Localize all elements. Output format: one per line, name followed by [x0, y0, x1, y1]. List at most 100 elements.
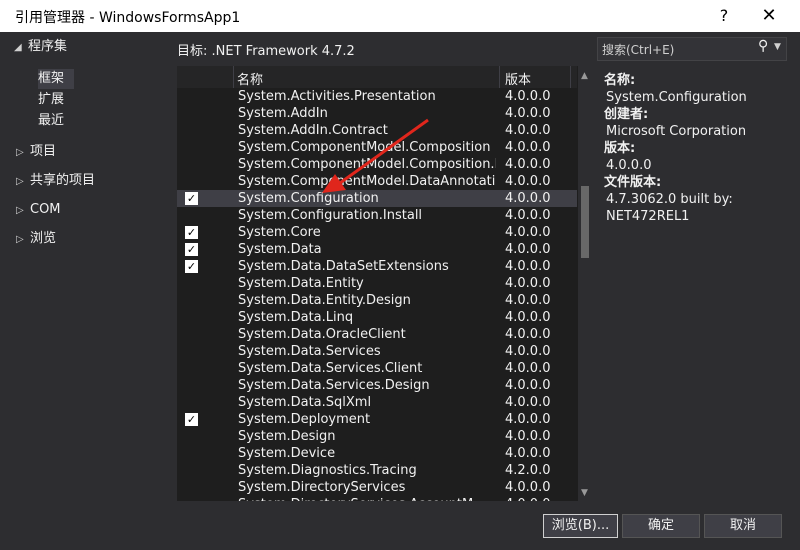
list-item[interactable]: System.ComponentModel.Composition 4.0.0.0 [177, 139, 577, 156]
expand-icon: ▷ [16, 234, 24, 245]
nav-shared-projects[interactable]: ▷ 共享的项目 [16, 171, 95, 191]
reference-checkbox[interactable]: ✓ [185, 243, 198, 256]
ok-button[interactable]: 确定 [622, 514, 700, 538]
reference-checkbox[interactable] [185, 141, 196, 152]
reference-checkbox[interactable] [185, 209, 196, 220]
reference-checkbox[interactable]: ✓ [185, 226, 198, 239]
column-header-version[interactable]: 版本 [505, 69, 531, 88]
list-item[interactable]: ✓ System.Deployment 4.0.0.0 [177, 411, 577, 428]
reference-checkbox[interactable] [185, 430, 196, 441]
reference-checkbox[interactable] [185, 464, 196, 475]
reference-name: System.DirectoryServices [238, 480, 406, 495]
detail-file-version-build: NET472REL1 [606, 209, 690, 224]
reference-checkbox[interactable] [185, 311, 196, 322]
list-item[interactable]: ✓ System.Core 4.0.0.0 [177, 224, 577, 241]
nav-label: 程序集 [28, 39, 68, 54]
list-item[interactable]: System.AddIn 4.0.0.0 [177, 105, 577, 122]
detail-version-label: 版本: [604, 141, 636, 156]
list-item[interactable]: System.AddIn.Contract 4.0.0.0 [177, 122, 577, 139]
reference-version: 4.0.0.0 [505, 174, 551, 189]
list-item[interactable]: System.Data.Entity.Design 4.0.0.0 [177, 292, 577, 309]
close-button[interactable]: ✕ [756, 4, 782, 28]
reference-checkbox[interactable]: ✓ [185, 413, 198, 426]
reference-checkbox[interactable] [185, 175, 196, 186]
reference-checkbox[interactable] [185, 277, 196, 288]
reference-checkbox[interactable] [185, 379, 196, 390]
reference-name: System.ComponentModel.Composition [238, 140, 491, 155]
reference-checkbox[interactable] [185, 107, 196, 118]
reference-name: System.AddIn [238, 106, 328, 121]
divider [499, 66, 500, 88]
list-item[interactable]: System.Data.Linq 4.0.0.0 [177, 309, 577, 326]
list-item[interactable]: System.Data.Services.Client 4.0.0.0 [177, 360, 577, 377]
nav-label: COM [30, 202, 61, 217]
nav-browse[interactable]: ▷ 浏览 [16, 229, 56, 249]
list-item[interactable]: System.Data.Services 4.0.0.0 [177, 343, 577, 360]
nav-extensions[interactable]: 扩展 [38, 90, 64, 110]
help-button[interactable]: ? [712, 4, 736, 28]
column-header-name[interactable]: 名称 [237, 69, 263, 88]
nav-projects[interactable]: ▷ 项目 [16, 142, 56, 162]
reference-checkbox[interactable] [185, 481, 196, 492]
nav-assemblies[interactable]: ◢ 程序集 [14, 37, 67, 57]
reference-version: 4.0.0.0 [505, 344, 551, 359]
list-item[interactable]: ✓ System.Configuration 4.0.0.0 [177, 190, 577, 207]
list-item[interactable]: System.Design 4.0.0.0 [177, 428, 577, 445]
list-item[interactable]: System.Configuration.Install 4.0.0.0 [177, 207, 577, 224]
search-input[interactable]: 搜索(Ctrl+E) [602, 41, 674, 58]
chevron-down-icon[interactable]: ▼ [774, 42, 781, 52]
scroll-thumb[interactable] [581, 186, 589, 258]
list-item[interactable]: System.Device 4.0.0.0 [177, 445, 577, 462]
list-item[interactable]: System.ComponentModel.DataAnnotations 4.0… [177, 173, 577, 190]
reference-checkbox[interactable]: ✓ [185, 260, 198, 273]
reference-name: System.Data.Services.Design [238, 378, 430, 393]
reference-checkbox[interactable] [185, 447, 196, 458]
reference-name: System.Deployment [238, 412, 371, 427]
reference-checkbox[interactable] [185, 328, 196, 339]
list-header: 名称 版本 [177, 66, 577, 88]
nav-framework[interactable]: 框架 [38, 69, 74, 89]
reference-name: System.Configuration [238, 191, 379, 206]
nav-com[interactable]: ▷ COM [16, 200, 61, 220]
reference-version: 4.0.0.0 [505, 412, 551, 427]
browse-button[interactable]: 浏览(B)... [543, 514, 618, 538]
list-item[interactable]: ✓ System.Data 4.0.0.0 [177, 241, 577, 258]
reference-checkbox[interactable] [185, 345, 196, 356]
reference-checkbox[interactable] [185, 362, 196, 373]
reference-checkbox[interactable] [185, 124, 196, 135]
vertical-scrollbar[interactable]: ▲ ▼ [578, 66, 592, 501]
detail-name-label: 名称: [604, 73, 636, 88]
reference-checkbox[interactable] [185, 396, 196, 407]
reference-version: 4.0.0.0 [505, 446, 551, 461]
list-item[interactable]: System.DirectoryServices 4.0.0.0 [177, 479, 577, 496]
reference-version: 4.0.0.0 [505, 361, 551, 376]
reference-checkbox[interactable] [185, 90, 196, 101]
detail-creator-label: 创建者: [604, 107, 649, 122]
list-item[interactable]: System.Activities.Presentation 4.0.0.0 [177, 88, 577, 105]
reference-name: System.Design [238, 429, 336, 444]
list-item[interactable]: System.Data.OracleClient 4.0.0.0 [177, 326, 577, 343]
list-item[interactable]: System.Diagnostics.Tracing 4.2.0.0 [177, 462, 577, 479]
list-item[interactable]: System.DirectoryServices.AccountM... 4.0.… [177, 496, 577, 501]
list-item[interactable]: System.Data.Entity 4.0.0.0 [177, 275, 577, 292]
reference-checkbox[interactable]: ✓ [185, 192, 198, 205]
reference-name: System.Data.Entity.Design [238, 293, 411, 308]
list-item[interactable]: System.ComponentModel.Composition.Re... 4… [177, 156, 577, 173]
reference-version: 4.0.0.0 [505, 276, 551, 291]
list-item[interactable]: ✓ System.Data.DataSetExtensions 4.0.0.0 [177, 258, 577, 275]
list-item[interactable]: System.Data.SqlXml 4.0.0.0 [177, 394, 577, 411]
search-box[interactable]: 搜索(Ctrl+E) ⚲ ▼ [597, 37, 787, 61]
divider [233, 66, 234, 88]
reference-checkbox[interactable] [185, 158, 196, 169]
scroll-up-icon[interactable]: ▲ [581, 71, 588, 81]
reference-checkbox[interactable] [185, 498, 196, 501]
search-icon[interactable]: ⚲ [758, 38, 768, 54]
reference-checkbox[interactable] [185, 294, 196, 305]
reference-list[interactable]: 名称 版本 System.Activities.Presentation 4.0.… [177, 66, 592, 501]
reference-version: 4.0.0.0 [505, 123, 551, 138]
cancel-button[interactable]: 取消 [704, 514, 782, 538]
reference-name: System.AddIn.Contract [238, 123, 388, 138]
list-item[interactable]: System.Data.Services.Design 4.0.0.0 [177, 377, 577, 394]
nav-recent[interactable]: 最近 [38, 111, 64, 131]
scroll-down-icon[interactable]: ▼ [581, 488, 588, 498]
